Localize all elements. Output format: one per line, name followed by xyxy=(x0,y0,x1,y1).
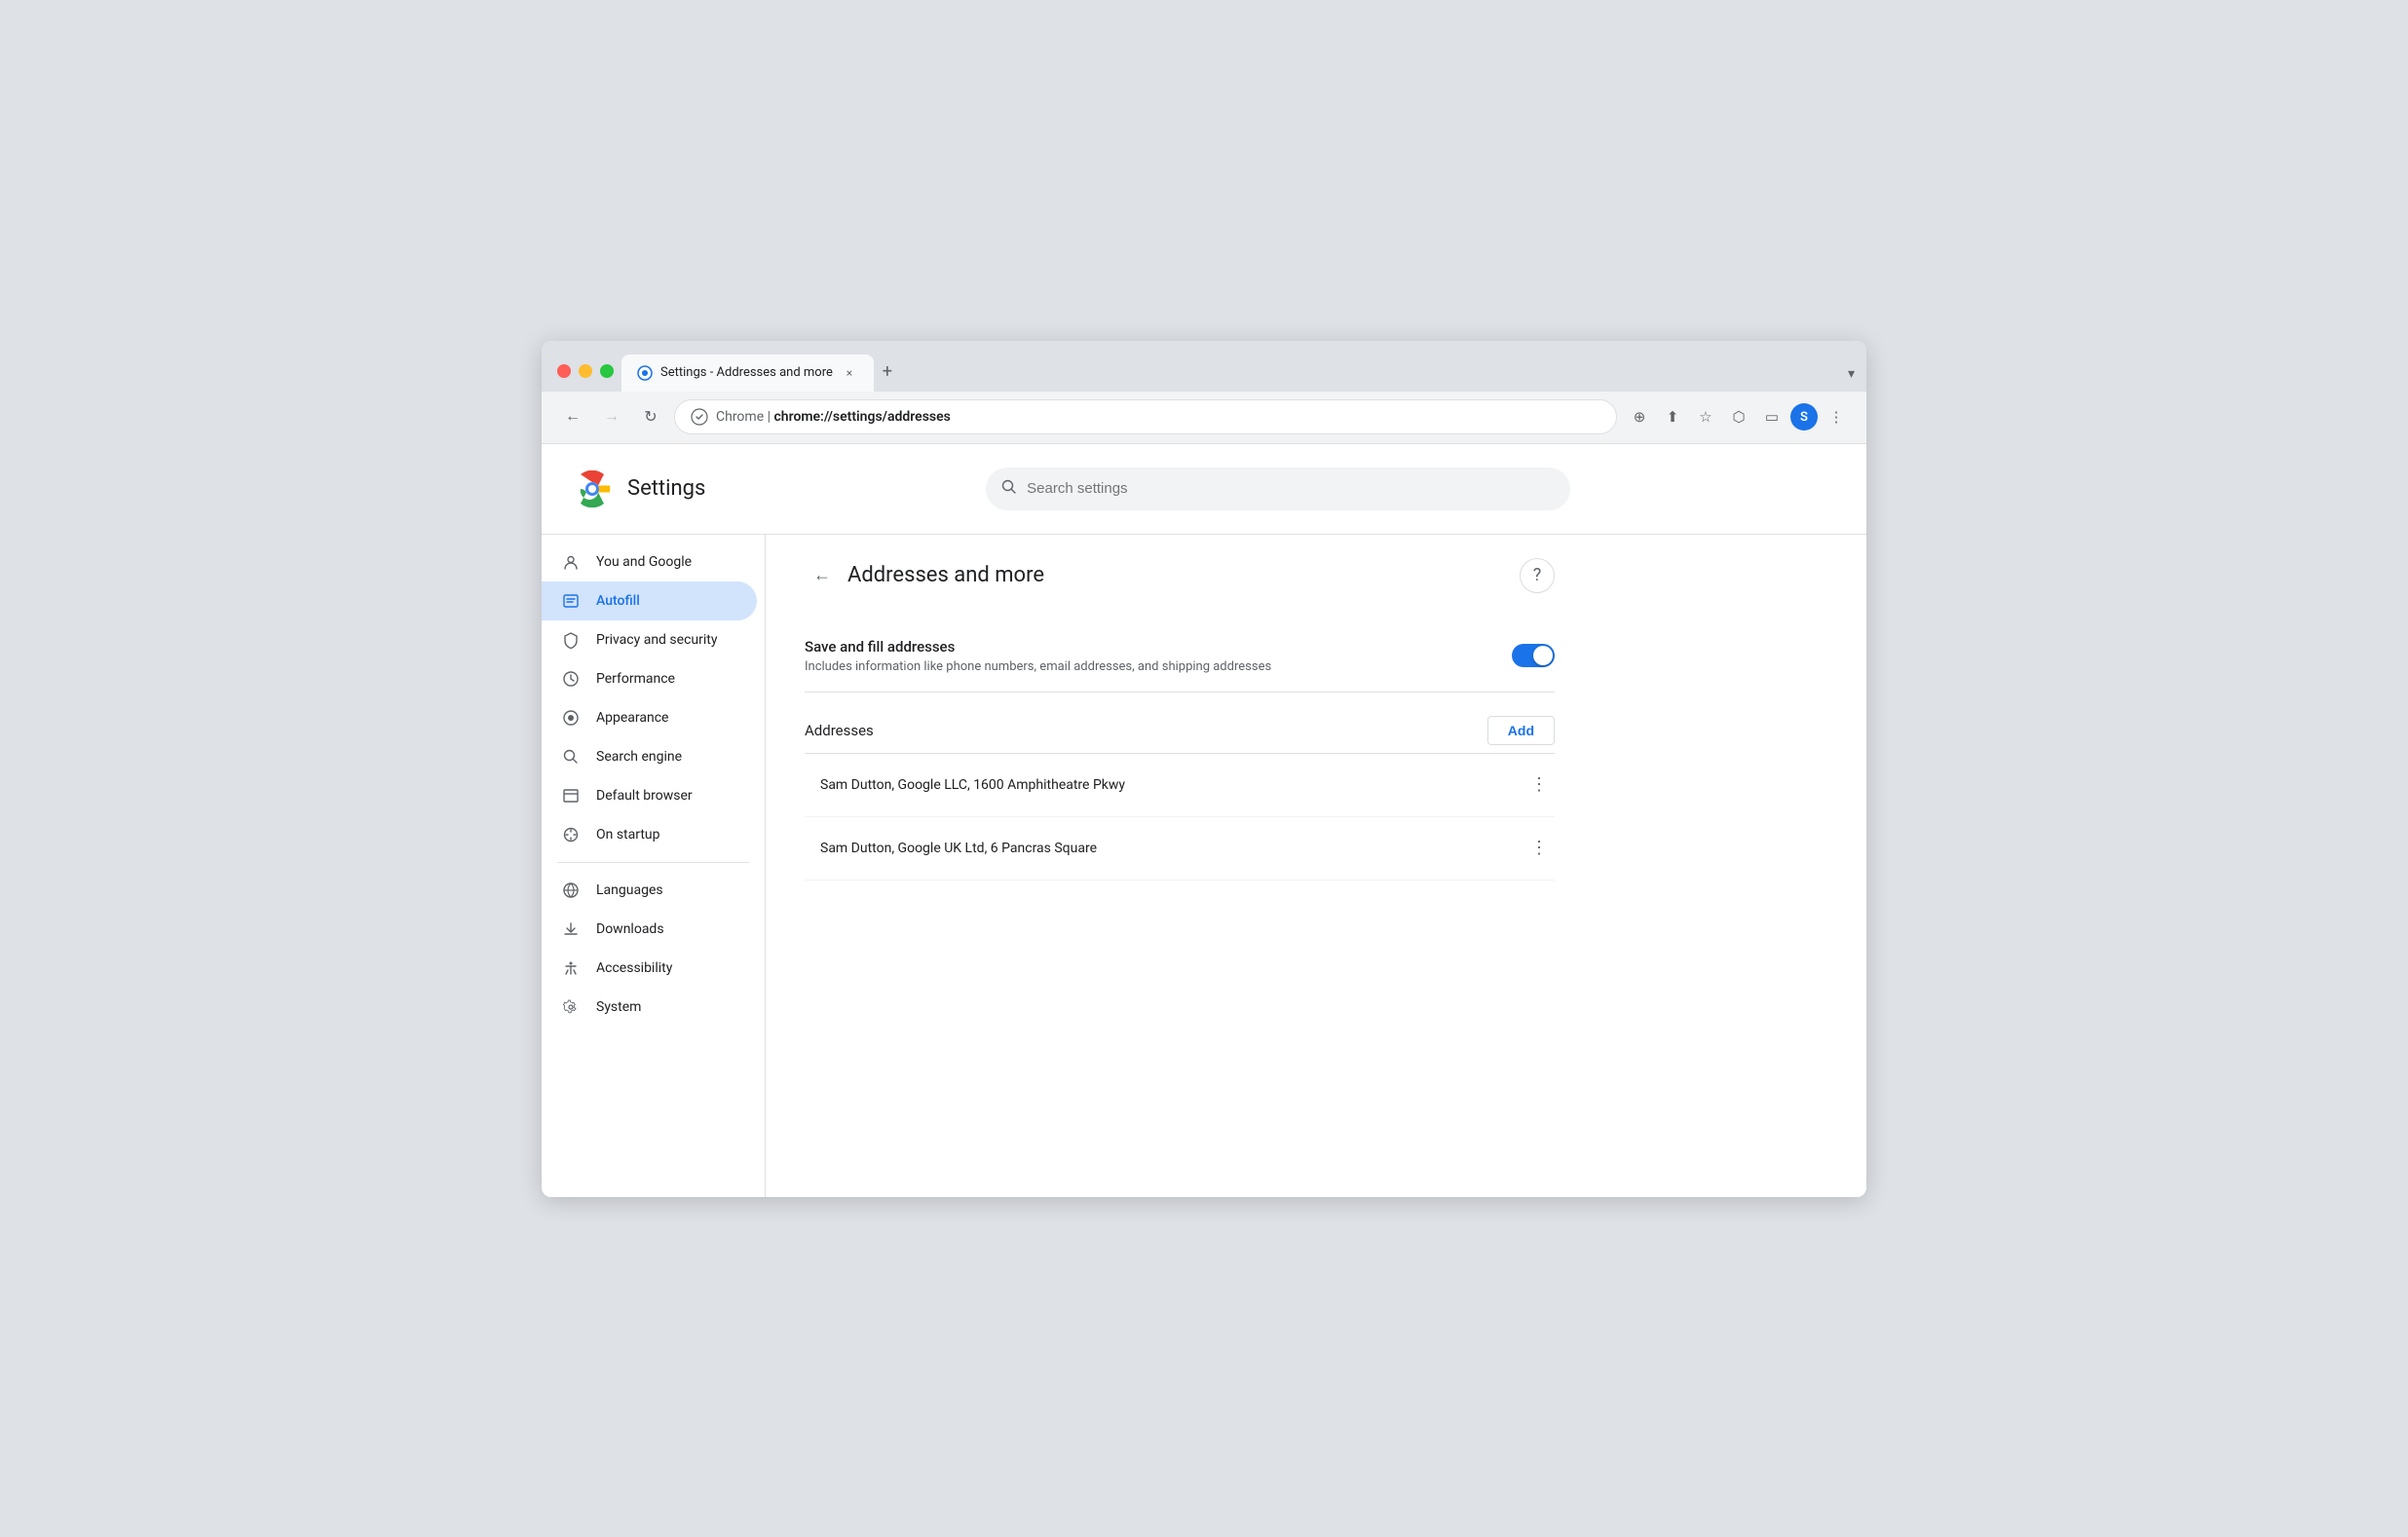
sidebar-item-on-startup[interactable]: On startup xyxy=(542,815,757,854)
sidebar-label-accessibility: Accessibility xyxy=(596,960,672,976)
title-bar: Settings - Addresses and more × + ▾ xyxy=(542,341,1866,392)
appearance-icon xyxy=(561,708,581,728)
sidebar-item-appearance[interactable]: Appearance xyxy=(542,698,757,737)
save-fill-desc: Includes information like phone numbers,… xyxy=(805,659,1512,674)
toggle-thumb xyxy=(1533,646,1553,665)
save-fill-toggle[interactable] xyxy=(1512,644,1555,667)
add-address-button[interactable]: Add xyxy=(1487,716,1555,745)
accessibility-icon xyxy=(561,958,581,978)
profile-button[interactable]: S xyxy=(1790,403,1818,431)
sidebar-divider xyxy=(557,862,749,863)
tab-title: Settings - Addresses and more xyxy=(660,365,833,380)
settings-header: Settings xyxy=(542,444,1866,535)
address-item: Sam Dutton, Google UK Ltd, 6 Pancras Squ… xyxy=(805,817,1555,881)
nav-bar: ← → ↻ Chrome | chrome://settings/address… xyxy=(542,392,1866,444)
sidebar-label-on-startup: On startup xyxy=(596,827,660,843)
address-value-2: Sam Dutton, Google UK Ltd, 6 Pancras Squ… xyxy=(805,841,1524,856)
zoom-button[interactable]: ⊕ xyxy=(1625,402,1654,431)
help-button[interactable]: ? xyxy=(1520,558,1555,593)
sidebar: You and Google Autofill xyxy=(542,535,766,1197)
sidebar-item-privacy-security[interactable]: Privacy and security xyxy=(542,620,757,659)
main-panel: ← Addresses and more ? Save and fill add… xyxy=(766,535,1594,1197)
address-menu-button-1[interactable]: ⋮ xyxy=(1524,769,1555,801)
save-fill-info: Save and fill addresses Includes informa… xyxy=(805,638,1512,674)
sidebar-label-languages: Languages xyxy=(596,882,663,898)
settings-title: Settings xyxy=(627,476,705,501)
tab-close-button[interactable]: × xyxy=(841,364,858,382)
address-value-1: Sam Dutton, Google LLC, 1600 Amphitheatr… xyxy=(805,777,1524,793)
sidebar-item-languages[interactable]: Languages xyxy=(542,871,757,910)
sidebar-label-you-and-google: You and Google xyxy=(596,554,692,570)
panel-header: ← Addresses and more ? xyxy=(805,558,1555,593)
traffic-lights xyxy=(549,364,621,392)
sidebar-item-autofill[interactable]: Autofill xyxy=(542,581,757,620)
chrome-menu-button[interactable]: ⋮ xyxy=(1822,402,1851,431)
sidebar-label-system: System xyxy=(596,999,641,1015)
address-path: chrome://settings/addresses xyxy=(773,409,950,425)
address-protocol: Chrome | xyxy=(716,409,773,425)
system-icon xyxy=(561,997,581,1017)
save-fill-row: Save and fill addresses Includes informa… xyxy=(805,620,1555,693)
addresses-section: Addresses Add Sam Dutton, Google LLC, 16… xyxy=(805,716,1555,881)
maximize-traffic-light[interactable] xyxy=(600,364,614,378)
person-icon xyxy=(561,552,581,572)
address-list: Sam Dutton, Google LLC, 1600 Amphitheatr… xyxy=(805,753,1555,881)
sidebar-item-search-engine[interactable]: Search engine xyxy=(542,737,757,776)
performance-icon xyxy=(561,669,581,689)
chrome-logo xyxy=(573,469,612,508)
bookmark-button[interactable]: ☆ xyxy=(1691,402,1720,431)
address-security-icon xyxy=(691,408,708,426)
address-bar[interactable]: Chrome | chrome://settings/addresses xyxy=(674,399,1617,434)
panel-back-button[interactable]: ← xyxy=(805,558,840,593)
back-button[interactable]: ← xyxy=(557,401,588,432)
sidebar-label-autofill: Autofill xyxy=(596,593,640,609)
sidebar-item-you-and-google[interactable]: You and Google xyxy=(542,543,757,581)
addresses-header: Addresses Add xyxy=(805,716,1555,745)
sidebar-item-default-browser[interactable]: Default browser xyxy=(542,776,757,815)
sidebar-label-appearance: Appearance xyxy=(596,710,668,726)
tabs-area: Settings - Addresses and more × + ▾ xyxy=(621,355,1859,392)
sidebar-label-performance: Performance xyxy=(596,671,675,687)
search-icon xyxy=(1001,479,1017,499)
close-traffic-light[interactable] xyxy=(557,364,571,378)
sidebar-item-performance[interactable]: Performance xyxy=(542,659,757,698)
autofill-icon xyxy=(561,591,581,611)
addresses-label: Addresses xyxy=(805,722,1487,739)
search-engine-icon xyxy=(561,747,581,767)
sidebar-toggle-button[interactable]: ▭ xyxy=(1757,402,1787,431)
forward-button[interactable]: → xyxy=(596,401,627,432)
minimize-traffic-light[interactable] xyxy=(579,364,592,378)
sidebar-item-downloads[interactable]: Downloads xyxy=(542,910,757,949)
active-tab[interactable]: Settings - Addresses and more × xyxy=(621,355,874,392)
share-button[interactable]: ⬆ xyxy=(1658,402,1687,431)
panel-title: Addresses and more xyxy=(847,563,1520,587)
address-item: Sam Dutton, Google LLC, 1600 Amphitheatr… xyxy=(805,754,1555,817)
search-bar[interactable] xyxy=(986,468,1570,510)
tab-dropdown-button[interactable]: ▾ xyxy=(1848,366,1855,382)
downloads-icon xyxy=(561,919,581,939)
settings-page: Settings xyxy=(542,444,1866,1197)
sidebar-label-default-browser: Default browser xyxy=(596,788,693,804)
default-browser-icon xyxy=(561,786,581,806)
extensions-button[interactable]: ⬡ xyxy=(1724,402,1753,431)
sidebar-label-search-engine: Search engine xyxy=(596,749,682,765)
sidebar-item-accessibility[interactable]: Accessibility xyxy=(542,949,757,988)
new-tab-button[interactable]: + xyxy=(874,358,901,386)
address-menu-button-2[interactable]: ⋮ xyxy=(1524,833,1555,864)
sidebar-label-privacy: Privacy and security xyxy=(596,632,717,648)
save-fill-name: Save and fill addresses xyxy=(805,638,1512,656)
address-text: Chrome | chrome://settings/addresses xyxy=(716,409,1600,425)
tab-favicon-icon xyxy=(637,365,653,381)
settings-body: You and Google Autofill xyxy=(542,535,1866,1197)
browser-window: Settings - Addresses and more × + ▾ ← → … xyxy=(542,341,1866,1197)
languages-icon xyxy=(561,881,581,900)
nav-actions: ⊕ ⬆ ☆ ⬡ ▭ S ⋮ xyxy=(1625,402,1851,431)
shield-icon xyxy=(561,630,581,650)
toggle-track xyxy=(1512,644,1555,667)
search-input[interactable] xyxy=(1027,480,1555,497)
reload-button[interactable]: ↻ xyxy=(635,401,666,432)
on-startup-icon xyxy=(561,825,581,844)
sidebar-label-downloads: Downloads xyxy=(596,921,664,937)
sidebar-item-system[interactable]: System xyxy=(542,988,757,1027)
